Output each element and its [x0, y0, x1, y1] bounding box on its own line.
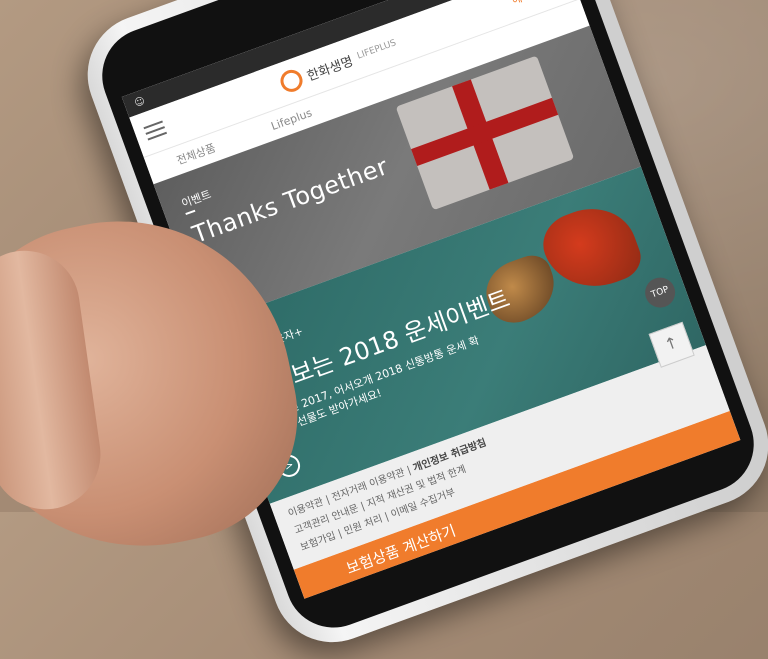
banner1-title: Thanks Together: [188, 152, 392, 249]
brand-name: 한화생명: [305, 53, 356, 85]
hanwha-logo-icon: [276, 66, 306, 96]
hamburger-menu-icon[interactable]: [142, 117, 168, 145]
more-options-icon[interactable]: ···: [628, 487, 646, 507]
app-icon: ☺: [133, 95, 147, 109]
brand-sub: LIFEPLUS: [355, 38, 398, 62]
banner1-divider: [185, 209, 196, 216]
top-button[interactable]: TOP: [640, 273, 680, 312]
share-icon[interactable]: ↗: [411, 567, 427, 586]
banner1-tag: 이벤트: [179, 187, 213, 211]
